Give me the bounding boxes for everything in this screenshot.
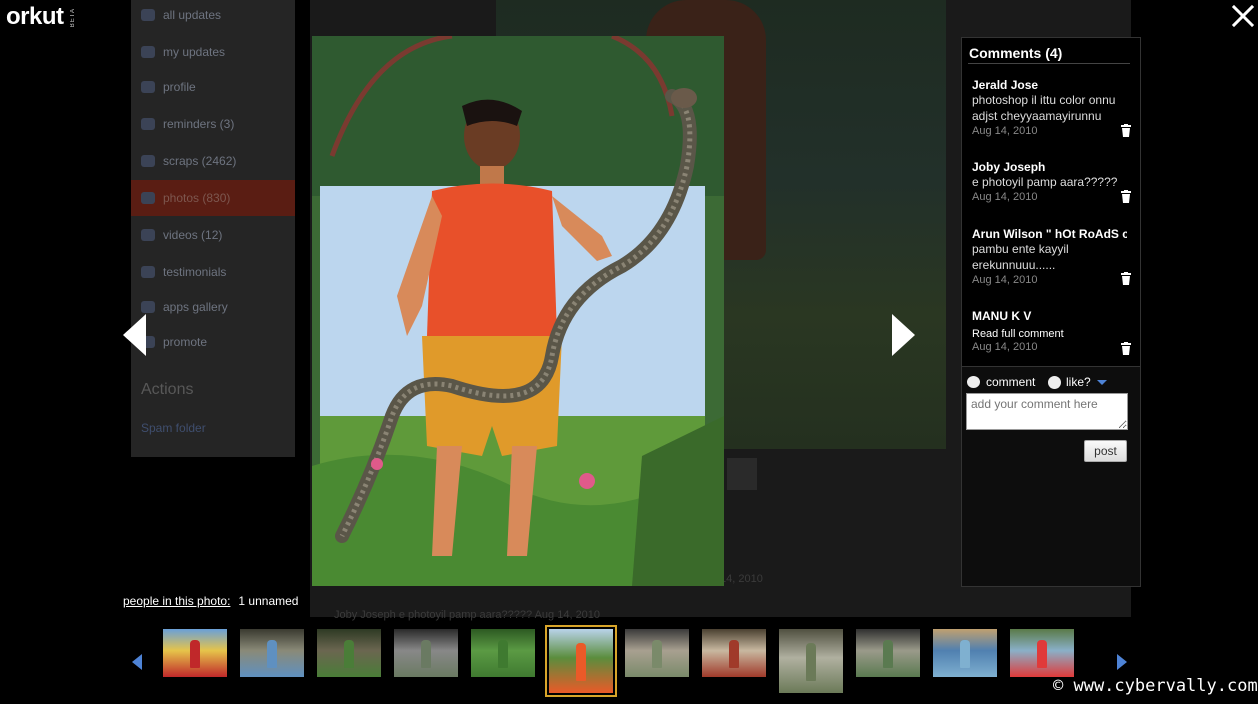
sidebar-item-profile[interactable]: profile [141, 72, 291, 102]
filmstrip-thumbnail[interactable] [933, 629, 997, 677]
sidebar-item-photos[interactable]: photos (830) [131, 180, 295, 216]
comment-date: Aug 14, 2010 [972, 191, 1038, 203]
filmstrip-thumbnail[interactable] [545, 625, 617, 697]
comments-divider [968, 63, 1130, 64]
people-count: 1 unnamed [238, 594, 299, 608]
previous-photo-arrow[interactable] [121, 312, 149, 358]
smiley-icon [1048, 375, 1061, 389]
sidebar-item-all-updates[interactable]: all updates [141, 0, 291, 30]
quote-icon [141, 266, 155, 278]
sidebar-item-my-updates[interactable]: my updates [141, 37, 291, 67]
comment-text: adjst cheyyaamayirunnu [972, 109, 1102, 123]
comment-item: Arun Wilson " hOt RoAdS cOm pambu ente k… [972, 227, 1132, 286]
comment-text: photoshop il ittu color onnu [972, 93, 1116, 107]
person-icon [141, 46, 155, 58]
post-button[interactable]: post [1084, 440, 1127, 462]
comment-text: erekunnuuu...... [972, 258, 1056, 272]
comments-panel: Comments (4) Jerald Jose photoshop il it… [961, 37, 1141, 367]
spam-folder-link[interactable]: Spam folder [141, 421, 206, 435]
sidebar: all updates my updates profile reminders… [131, 0, 295, 457]
comment-date: Aug 14, 2010 [972, 274, 1038, 286]
sidebar-item-reminders[interactable]: reminders (3) [141, 109, 291, 139]
comment-item: Joby Joseph e photoyil pamp aara????? Au… [972, 160, 1132, 203]
scrap-icon [141, 155, 155, 167]
comment-date: Aug 14, 2010 [972, 125, 1038, 137]
next-photo-arrow[interactable] [889, 312, 917, 358]
filmstrip-thumbnail[interactable] [394, 629, 458, 677]
filmstrip-thumbnail[interactable] [317, 629, 381, 677]
main-photo [312, 36, 724, 586]
comment-item: MANU K V Read full comment Aug 14, 2010 [972, 309, 1132, 353]
comment-action-label: comment [986, 375, 1036, 389]
comment-author[interactable]: MANU K V [972, 309, 1127, 323]
filmstrip-next-icon[interactable] [1116, 653, 1128, 671]
comment-author[interactable]: Joby Joseph [972, 160, 1127, 174]
info-icon [141, 9, 155, 21]
comment-author[interactable]: Jerald Jose [972, 78, 1127, 92]
close-icon[interactable] [1231, 4, 1255, 28]
speech-bubble-icon [967, 376, 980, 388]
read-full-comment-link[interactable]: Read full comment [972, 328, 1132, 340]
background-comment-date: 14, 2010 [720, 573, 763, 585]
profile-icon [141, 81, 155, 93]
trash-icon[interactable] [1120, 272, 1132, 285]
sidebar-item-apps-gallery[interactable]: apps gallery [141, 292, 291, 322]
filmstrip-thumbnail[interactable] [1010, 629, 1074, 677]
people-in-photo: people in this photo: 1 unnamed [123, 594, 298, 608]
camera-icon [141, 192, 155, 204]
comment-input[interactable] [966, 393, 1128, 430]
comment-author[interactable]: Arun Wilson " hOt RoAdS cOm [972, 227, 1127, 241]
sidebar-item-scraps[interactable]: scraps (2462) [141, 146, 291, 176]
comment-date: Aug 14, 2010 [972, 341, 1038, 353]
filmstrip-prev-icon[interactable] [131, 653, 143, 671]
background-play-icon [727, 458, 757, 490]
filmstrip-thumbnail[interactable] [240, 629, 304, 677]
comment-text: e photoyil pamp aara????? [972, 175, 1118, 189]
sidebar-item-promote[interactable]: promote [141, 327, 291, 357]
filmstrip-thumbnail[interactable] [779, 629, 843, 693]
comment-item: Jerald Jose photoshop il ittu color onnu… [972, 78, 1132, 137]
comment-form: comment like? post [961, 367, 1141, 587]
trash-icon[interactable] [1120, 124, 1132, 137]
background-comment-row: Joby Joseph e photoyil pamp aara????? Au… [334, 609, 601, 621]
filmstrip-thumbnail[interactable] [856, 629, 920, 677]
sidebar-item-testimonials[interactable]: testimonials [141, 257, 291, 287]
watermark: © www.cybervally.com [1053, 676, 1258, 696]
comments-title: Comments (4) [969, 45, 1063, 61]
like-action[interactable]: like? [1048, 375, 1107, 389]
reminder-icon [141, 118, 155, 130]
sidebar-item-videos[interactable]: videos (12) [141, 220, 291, 250]
filmstrip-thumbnail[interactable] [163, 629, 227, 677]
filmstrip-thumbnail[interactable] [471, 629, 535, 677]
chevron-down-icon[interactable] [1096, 379, 1107, 385]
video-icon [141, 229, 155, 241]
actions-heading: Actions [141, 381, 194, 398]
comment-text: pambu ente kayyil [972, 242, 1069, 256]
beta-badge: BETA [70, 8, 76, 28]
trash-icon[interactable] [1120, 190, 1132, 203]
like-action-label: like? [1066, 375, 1091, 389]
comment-action[interactable]: comment [967, 375, 1035, 389]
people-in-photo-link[interactable]: people in this photo: [123, 594, 230, 608]
filmstrip-thumbnail[interactable] [702, 629, 766, 677]
orkut-logo[interactable]: orkut [6, 3, 64, 31]
filmstrip-thumbnail[interactable] [625, 629, 689, 677]
trash-icon[interactable] [1120, 342, 1132, 355]
